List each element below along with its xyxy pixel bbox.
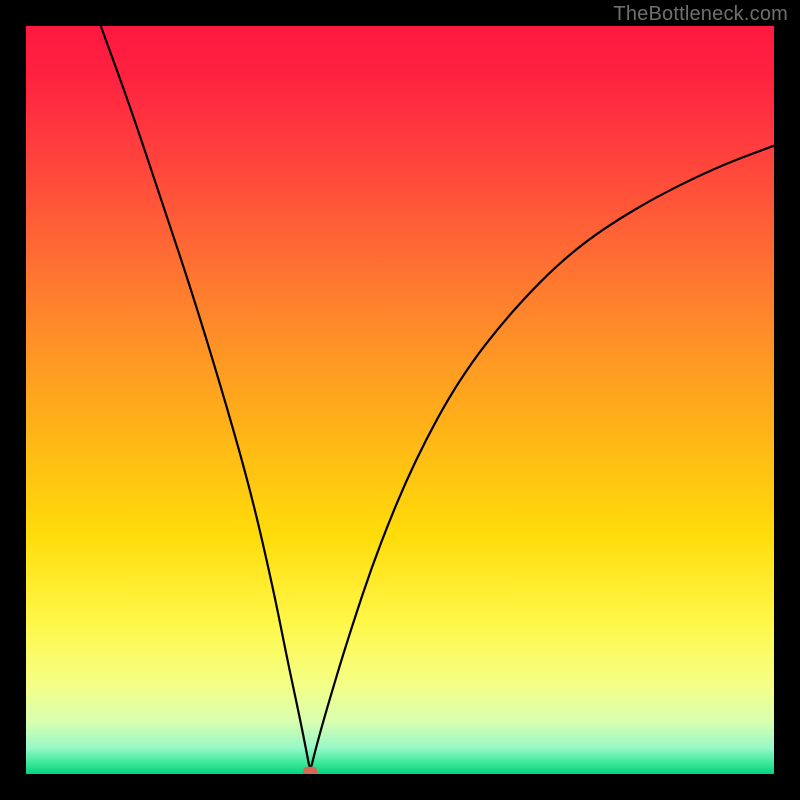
optimum-marker	[303, 767, 317, 774]
chart-frame: TheBottleneck.com	[0, 0, 800, 800]
bottleneck-curve	[101, 26, 774, 767]
plot-area	[26, 26, 774, 774]
watermark-text: TheBottleneck.com	[613, 3, 788, 26]
chart-curve-layer	[26, 26, 774, 774]
